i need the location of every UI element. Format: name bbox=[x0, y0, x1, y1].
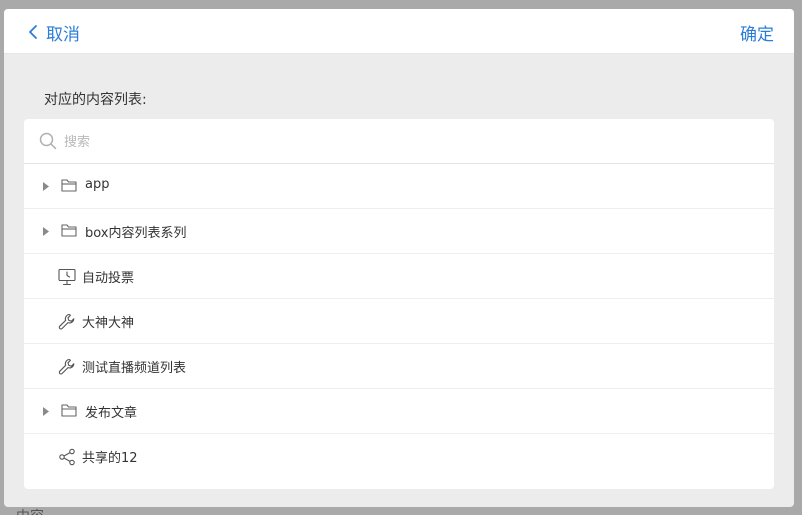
list-item-label: app bbox=[85, 177, 110, 192]
list-item-label: 测试直播频道列表 bbox=[82, 361, 187, 376]
confirm-button[interactable]: 确定 bbox=[740, 20, 774, 45]
monitor-icon bbox=[58, 268, 76, 286]
list-item[interactable]: box内容列表系列 bbox=[24, 209, 774, 254]
folder-icon bbox=[61, 179, 77, 192]
list-item-label: 共享的12 bbox=[82, 451, 138, 466]
list-item-label: 自动投票 bbox=[82, 271, 135, 286]
content-picker-modal: 取消 确定 对应的内容列表: app bbox=[4, 9, 794, 507]
caret-right-icon[interactable] bbox=[43, 227, 49, 236]
list-item-label: 发布文章 bbox=[85, 406, 138, 421]
list-item[interactable]: 自动投票 bbox=[24, 254, 774, 299]
wrench-icon bbox=[58, 358, 75, 375]
content-list-card: app box内容列表系列 自动投票 bbox=[24, 119, 774, 489]
share-icon bbox=[59, 448, 75, 466]
content-list: app box内容列表系列 自动投票 大神大神 测试直播频道列表 发布文章 共享… bbox=[24, 164, 774, 479]
wrench-icon bbox=[58, 313, 75, 330]
folder-icon bbox=[61, 224, 77, 237]
list-item[interactable]: 发布文章 bbox=[24, 389, 774, 434]
search-icon bbox=[39, 132, 57, 150]
list-item[interactable]: 共享的12 bbox=[24, 434, 774, 479]
caret-right-icon[interactable] bbox=[43, 182, 49, 191]
cancel-label: 取消 bbox=[46, 24, 80, 45]
folder-icon bbox=[61, 404, 77, 417]
list-item-label: box内容列表系列 bbox=[85, 226, 187, 241]
section-label: 对应的内容列表: bbox=[44, 92, 147, 108]
search-input[interactable] bbox=[64, 129, 744, 155]
modal-header: 取消 确定 bbox=[4, 9, 794, 54]
list-item[interactable]: 测试直播频道列表 bbox=[24, 344, 774, 389]
list-item[interactable]: app bbox=[24, 164, 774, 209]
background-text: 中容 bbox=[16, 506, 44, 515]
chevron-left-icon bbox=[29, 25, 37, 39]
list-item[interactable]: 大神大神 bbox=[24, 299, 774, 344]
caret-right-icon[interactable] bbox=[43, 407, 49, 416]
cancel-button[interactable]: 取消 bbox=[28, 20, 80, 45]
list-item-label: 大神大神 bbox=[82, 316, 135, 331]
search-bar bbox=[24, 119, 774, 164]
